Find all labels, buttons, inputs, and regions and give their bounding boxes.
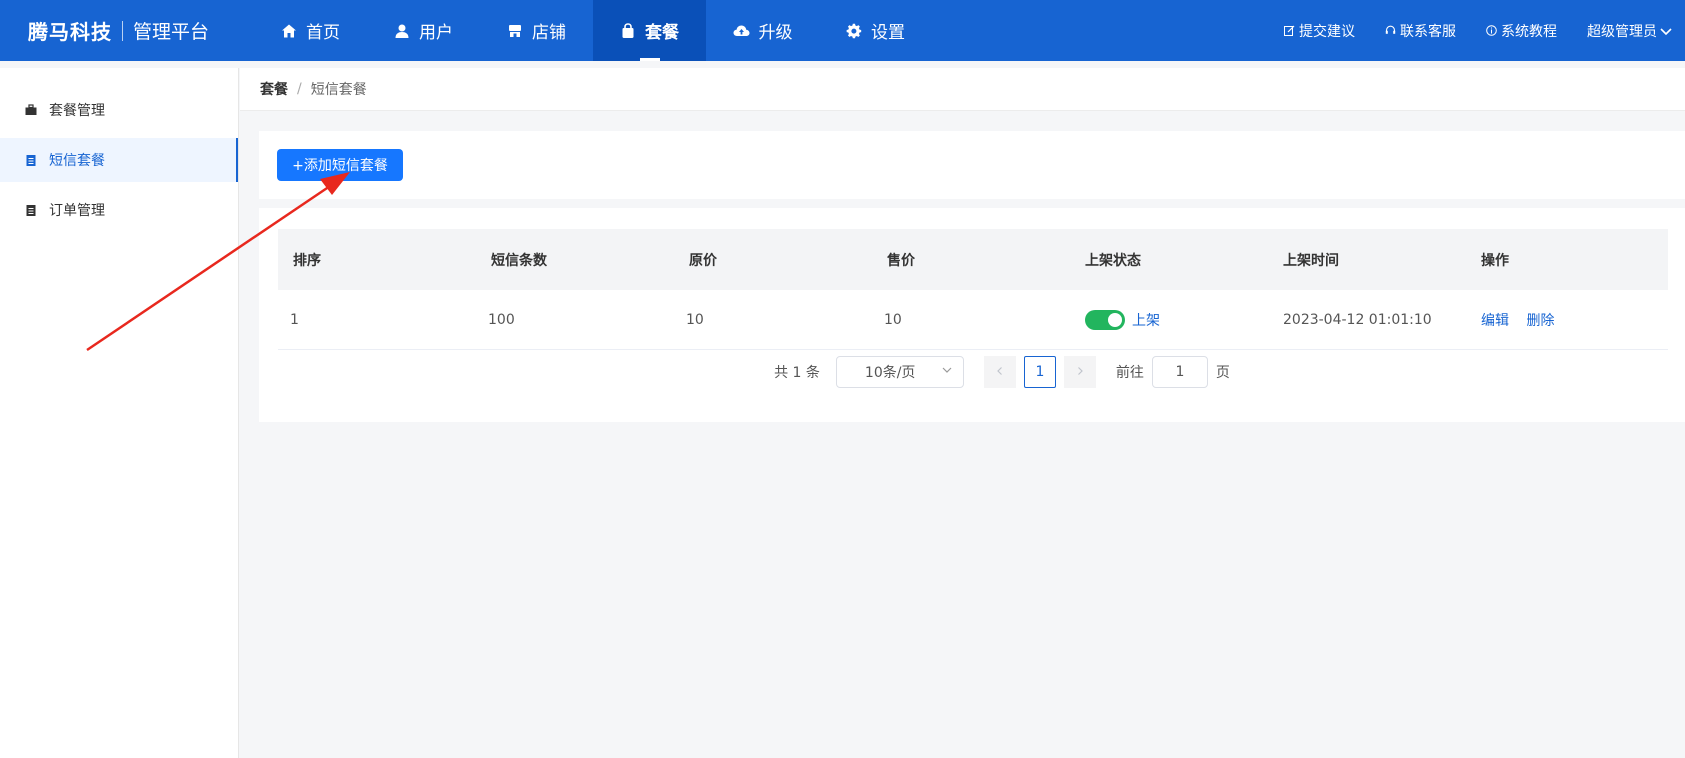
page-number[interactable]: 1 [1023, 356, 1056, 388]
brand[interactable]: 腾马科技 管理平台 [0, 0, 254, 61]
cloud-upload-icon [733, 23, 750, 39]
sidebar-item-sms-package[interactable]: 短信套餐 [0, 138, 238, 182]
cell-status: 上架 [1070, 309, 1268, 330]
col-header-order: 排序 [293, 252, 321, 269]
headset-icon [1385, 25, 1396, 36]
cell-actions: 编辑 删除 [1466, 310, 1668, 330]
feedback-label: 提交建议 [1299, 23, 1355, 40]
chevron-left-icon [995, 364, 1005, 380]
user-name: 超级管理员 [1587, 23, 1657, 40]
nav-label-settings: 设置 [871, 23, 905, 43]
page-size-select[interactable]: 10条/页 [835, 356, 964, 388]
add-sms-package-button[interactable]: +添加短信套餐 [277, 149, 403, 181]
user-icon [394, 23, 410, 39]
cell-original-price: 10 [686, 311, 704, 328]
table-panel: 排序 短信条数 原价 售价 上架状态 上架时间 操作 1 100 10 10 上… [259, 208, 1685, 422]
chevron-down-icon [1659, 24, 1673, 38]
package-table: 排序 短信条数 原价 售价 上架状态 上架时间 操作 1 100 10 10 上… [278, 229, 1668, 350]
col-header-count: 短信条数 [491, 252, 547, 269]
brand-subtitle: 管理平台 [133, 21, 210, 43]
cell-sale-price: 10 [884, 311, 902, 328]
brand-divider [122, 20, 123, 41]
col-header-original-price: 原价 [689, 252, 717, 269]
cell-time: 2023-04-12 01:01:10 [1283, 311, 1432, 328]
status-toggle[interactable] [1085, 309, 1125, 330]
sidebar-item-order-management[interactable]: 订单管理 [0, 188, 238, 232]
col-header-status: 上架状态 [1085, 252, 1141, 269]
col-header-time: 上架时间 [1283, 252, 1339, 269]
toolbar-panel: +添加短信套餐 [259, 131, 1685, 199]
edit-icon [1284, 25, 1295, 36]
prev-page-button[interactable] [983, 356, 1016, 388]
nav-item-upgrade[interactable]: 升级 [706, 0, 819, 61]
next-page-button[interactable] [1063, 356, 1096, 388]
sidebar-item-label: 订单管理 [49, 203, 105, 219]
page-unit-label: 页 [1215, 365, 1230, 381]
sidebar-item-label: 套餐管理 [49, 103, 105, 119]
col-header-actions: 操作 [1481, 252, 1509, 269]
nav-label-store: 店铺 [532, 23, 566, 43]
tutorial-link[interactable]: 系统教程 [1486, 21, 1557, 41]
sidebar: 套餐管理 短信套餐 订单管理 [0, 68, 239, 758]
chevron-right-icon [1075, 364, 1085, 380]
status-text: 上架 [1132, 312, 1160, 329]
nav-item-settings[interactable]: 设置 [819, 0, 932, 61]
cell-count: 100 [488, 311, 515, 328]
nav-label-upgrade: 升级 [758, 23, 793, 43]
nav-label-home: 首页 [306, 23, 340, 43]
nav-label-users: 用户 [419, 23, 453, 43]
nav-item-users[interactable]: 用户 [367, 0, 480, 61]
clipboard-icon [25, 154, 37, 166]
pagination: 共 1 条 10条/页 1 前往 1 页 [259, 356, 1685, 388]
home-icon [281, 23, 297, 39]
main-nav: 首页 用户 店铺 套餐 升级 设置 [254, 0, 932, 61]
cell-order: 1 [290, 311, 299, 328]
store-icon [507, 23, 523, 39]
header-right: 提交建议 联系客服 系统教程 超级管理员 [1284, 0, 1685, 61]
goto-page-input[interactable]: 1 [1151, 356, 1208, 388]
clipboard-icon [25, 204, 37, 216]
breadcrumb: 套餐 / 短信套餐 [240, 68, 1685, 111]
tutorial-label: 系统教程 [1501, 23, 1557, 40]
top-navbar: 腾马科技 管理平台 首页 用户 店铺 套餐 升级 设置 提交建议 联系客服 系统… [0, 0, 1685, 61]
breadcrumb-sms-package: 短信套餐 [310, 82, 367, 98]
gear-icon [846, 23, 862, 39]
delete-link[interactable]: 删除 [1526, 313, 1554, 329]
sidebar-item-package-management[interactable]: 套餐管理 [0, 88, 238, 132]
nav-item-home[interactable]: 首页 [254, 0, 367, 61]
breadcrumb-package[interactable]: 套餐 [260, 79, 288, 99]
user-menu[interactable]: 超级管理员 [1587, 21, 1673, 41]
brand-name: 腾马科技 [28, 20, 112, 44]
info-icon [1486, 25, 1497, 36]
breadcrumb-separator: / [297, 81, 302, 97]
feedback-link[interactable]: 提交建议 [1284, 21, 1355, 41]
briefcase-icon [25, 104, 37, 116]
sidebar-item-label: 短信套餐 [49, 153, 105, 169]
support-label: 联系客服 [1400, 23, 1456, 40]
nav-item-package[interactable]: 套餐 [593, 0, 706, 61]
table-row: 1 100 10 10 上架 2023-04-12 01:01:10 编辑 删除 [278, 290, 1668, 350]
page-size-value: 10条/页 [864, 365, 916, 381]
goto-label: 前往 [1115, 365, 1144, 381]
edit-link[interactable]: 编辑 [1481, 313, 1509, 329]
col-header-sale-price: 售价 [887, 252, 915, 269]
table-header: 排序 短信条数 原价 售价 上架状态 上架时间 操作 [278, 229, 1668, 290]
support-link[interactable]: 联系客服 [1385, 21, 1456, 41]
pagination-total: 共 1 条 [774, 365, 820, 381]
bag-icon [620, 22, 636, 39]
chevron-down-icon [941, 364, 953, 380]
nav-item-store[interactable]: 店铺 [480, 0, 593, 61]
nav-label-package: 套餐 [645, 23, 679, 43]
